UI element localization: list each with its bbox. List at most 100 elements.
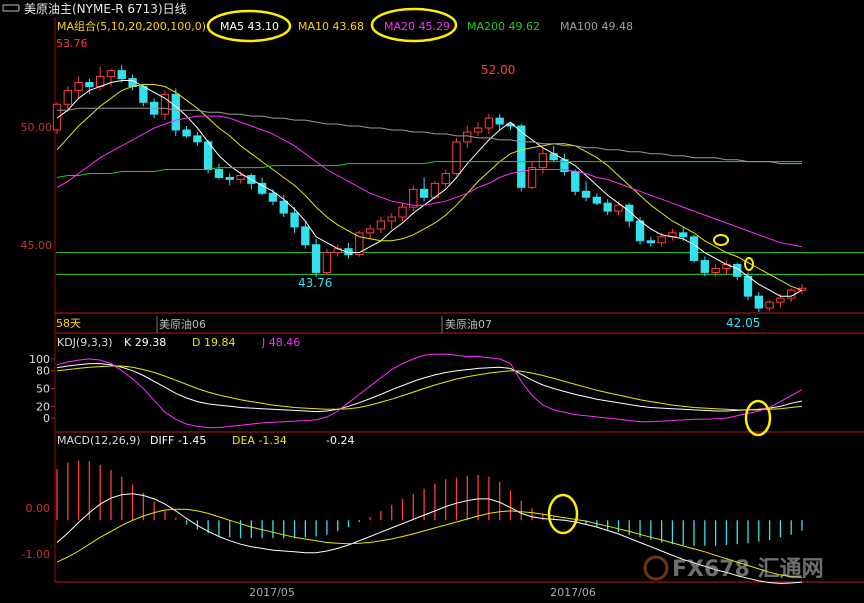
candle-body-64 [743,275,753,297]
kdj-line-d [56,365,803,411]
candle-body-54 [635,220,645,242]
price-axis-label-45: 45.00 [21,239,53,252]
ma-line-ma20 [56,115,803,248]
kdj-legend-k: K 29.38 [124,336,166,349]
ma-line-ma100 [57,107,802,165]
candle-body-13 [193,135,202,143]
ma-legend-item-0: MA组合(5,10,20,200,100,0) [57,19,206,33]
contract-days: 58天 [56,317,81,330]
candle-body-32 [398,206,407,218]
highlight-macd-cross [547,493,579,535]
candle-body-60 [700,260,709,273]
candle-body-6 [117,70,126,80]
window-title: 美原油主(NYME-R 6713)日线 [24,2,187,16]
title-bar: 美原油主(NYME-R 6713)日线 [0,0,864,17]
price-annotation-low1: 43.76 [298,276,332,290]
kdj-line-j [56,353,803,429]
candle-body-59 [689,236,699,262]
candle-body-34 [419,188,429,198]
candle-body-4 [96,76,105,87]
candle-body-25 [322,252,332,273]
macd-bars [56,460,803,546]
candle-body-55 [646,240,656,244]
candle-body-11 [171,93,180,131]
kdj-legend-d: D 19.84 [192,336,235,349]
kdj-legend-title: KDJ(9,3,3) [57,336,113,349]
candle-body-50 [592,196,602,204]
kdj-axis-label-0: 0 [43,412,50,425]
candle-body-38 [463,131,472,143]
macd-axis-label-0: 0.00 [26,502,51,515]
ma-legend-item-2: MA10 43.68 [298,20,364,33]
macd-axis-label-minus1: -1.00 [22,548,50,561]
kdj-lines [56,353,803,429]
ma-legend-item-4: MA200 49.62 [467,20,540,33]
kdj-legend-j: J 48.46 [261,336,300,349]
price-annotation-peak: 52.00 [481,63,515,77]
kdj-axis: 1008050200 [29,353,55,425]
macd-legend-value: -0.24 [326,434,354,447]
candle-body-61 [711,267,720,273]
candle-body-65 [754,295,763,309]
candle-body-0 [52,103,62,131]
candle-body-3 [85,82,94,87]
candle-body-14 [203,141,213,171]
price-axis-label-50: 50.00 [21,121,53,134]
candle-body-23 [301,226,310,246]
candle-body-5 [106,70,116,78]
candle-body-51 [603,202,612,212]
contract-label-1: 美原油06 [159,317,206,331]
candle-body-12 [182,129,191,137]
price-annotation-low2: 42.05 [726,316,760,330]
candle-body-8 [139,85,148,103]
highlight-annotations [206,7,772,535]
ma-legend-item-3: MA20 45.29 [384,20,450,33]
ma-line-ma200 [56,161,802,178]
candle-body-2 [74,82,83,91]
watermark: FX678 汇通网 [643,555,824,582]
x-tick-label-jun: 2017/06 [550,586,596,599]
candle-body-7 [128,78,137,87]
candle-body-49 [581,190,591,198]
candle-body-30 [376,220,386,230]
candle-body-39 [473,127,483,133]
candle-body-37 [452,141,461,175]
watermark-logo-icon [643,555,669,581]
highlight-kdj-cross [744,399,772,437]
contract-label-2: 美原油07 [445,317,492,331]
candle-body-44 [527,167,537,188]
candle-body-16 [225,176,234,180]
ma-legend: MA组合(5,10,20,200,100,0) MA5 43.10 MA10 43.… [57,19,633,33]
ma-legend-item-5: MA100 49.48 [560,20,633,33]
candle-body-24 [311,244,321,273]
macd-legend-title: MACD(12,26,9) [57,434,141,447]
watermark-text: FX678 汇通网 [672,557,824,582]
candle-body-29 [365,228,375,234]
candle-body-56 [657,236,666,244]
kdj-line-k [56,363,803,413]
highlight-ma-cross-2 [744,257,754,271]
candle-body-58 [679,232,688,238]
candle-body-66 [765,301,774,309]
candle-body-67 [776,297,785,303]
chart-canvas: 美原油主(NYME-R 6713)日线 MA组合(5,10,20,200,100… [0,0,864,599]
x-tick-label-may: 2017/05 [249,586,295,599]
kdj-axis-label-80: 80 [36,365,50,378]
candle-body-68 [787,289,796,299]
candle-body-48 [571,171,580,192]
ma-legend-item-1: MA5 43.10 [220,20,279,33]
macd-legend-dea: DEA -1.34 [232,434,287,447]
candle-body-20 [268,192,278,202]
candle-body-1 [63,89,72,105]
candle-body-15 [214,169,224,178]
highlight-ma-cross-1 [713,234,729,246]
candle-body-36 [441,173,450,184]
candle-body-17 [236,174,245,180]
price-horizontal-lines [56,252,864,275]
candle-body-45 [538,153,548,169]
candle-body-40 [484,117,494,129]
candle-body-41 [495,117,504,125]
kdj-axis-label-50: 50 [36,383,50,396]
candle-body-43 [517,125,526,188]
candle-body-22 [290,212,299,228]
